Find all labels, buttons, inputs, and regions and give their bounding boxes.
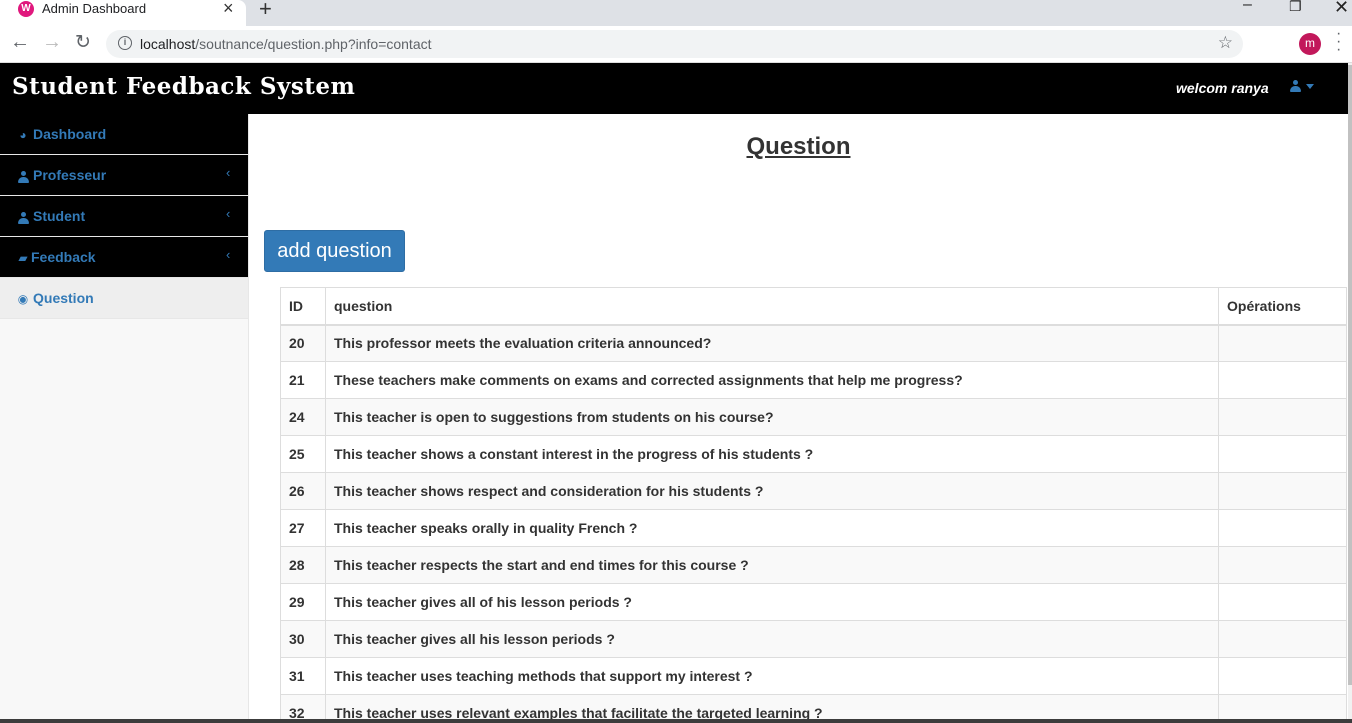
chevron-left-icon: ‹	[226, 206, 231, 221]
cell-question: This teacher is open to suggestions from…	[325, 398, 1219, 436]
sidebar-item-feedback[interactable]: ▰ Feedback ‹	[0, 237, 248, 278]
sidebar: ◕ Dashboard Professeur ‹ Student ‹ ▰ Feedb…	[0, 114, 249, 723]
cell-id: 20	[280, 324, 326, 362]
cell-operations	[1218, 657, 1347, 695]
cell-question: This teacher uses teaching methods that …	[325, 657, 1219, 695]
sidebar-item-dashboard[interactable]: ◕ Dashboard	[0, 114, 248, 155]
table-header-row: ID question Opérations	[280, 287, 1347, 326]
welcome-text: welcom ranya	[1176, 80, 1269, 96]
taskbar-edge	[0, 719, 1352, 723]
bookmark-star-icon[interactable]: ☆	[1218, 33, 1233, 53]
cell-question: This teacher shows respect and considera…	[325, 472, 1219, 510]
cell-question: This teacher gives all his lesson period…	[325, 620, 1219, 658]
question-table: ID question Opérations 20 This professor …	[280, 287, 1347, 723]
column-header-question[interactable]: question	[325, 287, 1219, 326]
cell-operations	[1218, 435, 1347, 473]
sidebar-item-label: Professeur	[33, 167, 107, 183]
address-bar[interactable]: i localhost/soutnance/question.php?info=…	[106, 30, 1243, 58]
tab-title: Admin Dashboard	[42, 1, 147, 16]
user-menu-toggle[interactable]	[1290, 77, 1314, 93]
cell-question: This professor meets the evaluation crit…	[325, 324, 1219, 362]
book-icon: ▰	[18, 251, 28, 265]
cell-id: 24	[280, 398, 326, 436]
table-row: 29 This teacher gives all of his lesson p…	[280, 583, 1347, 621]
forward-arrow-icon[interactable]: →	[42, 31, 62, 54]
browser-menu-icon[interactable]: · · ·	[1336, 26, 1341, 58]
cell-question: These teachers make comments on exams an…	[325, 361, 1219, 399]
tab-favicon-icon: W	[18, 1, 34, 17]
scrollbar-thumb[interactable]	[1348, 65, 1352, 685]
user-icon	[15, 210, 31, 224]
table-row: 21 These teachers make comments on exams …	[280, 361, 1347, 399]
reload-icon[interactable]: ↻	[75, 31, 91, 54]
sidebar-item-label: Feedback	[31, 249, 96, 265]
cell-operations	[1218, 509, 1347, 547]
cell-id: 30	[280, 620, 326, 658]
cell-operations	[1218, 324, 1347, 362]
profile-avatar[interactable]: m	[1299, 33, 1321, 55]
cell-id: 29	[280, 583, 326, 621]
cell-operations	[1218, 620, 1347, 658]
eye-icon: ◉	[17, 292, 29, 306]
table-row: 25 This teacher shows a constant interest…	[280, 435, 1347, 473]
cell-id: 27	[280, 509, 326, 547]
sidebar-item-label: Student	[33, 208, 86, 224]
main-content: Question add question ID question Opérat…	[249, 114, 1348, 723]
new-tab-icon[interactable]: +	[259, 0, 272, 22]
cell-id: 28	[280, 546, 326, 584]
browser-tab[interactable]: W Admin Dashboard ×	[0, 0, 246, 26]
column-header-operations[interactable]: Opérations	[1218, 287, 1347, 326]
table-row: 30 This teacher gives all his lesson peri…	[280, 620, 1347, 658]
cell-operations	[1218, 546, 1347, 584]
window-close-icon[interactable]: ✕	[1334, 0, 1349, 18]
sidebar-item-professeur[interactable]: Professeur ‹	[0, 155, 248, 196]
chevron-left-icon: ‹	[226, 165, 231, 180]
table-row: 27 This teacher speaks orally in quality …	[280, 509, 1347, 547]
brand-title[interactable]: Student Feedback System	[12, 73, 355, 100]
cell-operations	[1218, 583, 1347, 621]
tab-close-icon[interactable]: ×	[223, 0, 234, 19]
minimize-icon[interactable]: –	[1243, 0, 1252, 14]
url-text: localhost/soutnance/question.php?info=co…	[140, 36, 432, 52]
user-icon	[1290, 80, 1301, 93]
cell-id: 21	[280, 361, 326, 399]
user-icon	[15, 169, 31, 183]
sidebar-item-question[interactable]: ◉ Question	[0, 278, 248, 319]
page-title: Question	[746, 133, 851, 160]
cell-question: This teacher gives all of his lesson per…	[325, 583, 1219, 621]
cell-operations	[1218, 398, 1347, 436]
cell-operations	[1218, 472, 1347, 510]
cell-question: This teacher shows a constant interest i…	[325, 435, 1219, 473]
table-row: 31 This teacher uses teaching methods tha…	[280, 657, 1347, 695]
app-header: Student Feedback System welcom ranya	[0, 63, 1348, 114]
page-scrollbar[interactable]	[1348, 63, 1352, 723]
caret-down-icon	[1306, 83, 1314, 89]
restore-icon[interactable]: ❐	[1289, 0, 1302, 15]
table-row: 24 This teacher is open to suggestions fr…	[280, 398, 1347, 436]
cell-id: 25	[280, 435, 326, 473]
cell-question: This teacher speaks orally in quality Fr…	[325, 509, 1219, 547]
back-arrow-icon[interactable]: ←	[10, 31, 30, 54]
browser-tab-strip: W Admin Dashboard × + – ❐ ✕	[0, 0, 1352, 26]
browser-toolbar: ← → ↻ i localhost/soutnance/question.php…	[0, 26, 1352, 63]
site-info-icon[interactable]: i	[118, 36, 132, 50]
dashboard-icon: ◕	[19, 128, 27, 142]
cell-operations	[1218, 361, 1347, 399]
column-header-id[interactable]: ID	[280, 287, 326, 326]
table-row: 28 This teacher respects the start and en…	[280, 546, 1347, 584]
cell-id: 26	[280, 472, 326, 510]
sidebar-item-student[interactable]: Student ‹	[0, 196, 248, 237]
table-row: 26 This teacher shows respect and conside…	[280, 472, 1347, 510]
cell-question: This teacher respects the start and end …	[325, 546, 1219, 584]
cell-id: 31	[280, 657, 326, 695]
sidebar-item-label: Question	[33, 290, 94, 306]
add-question-button[interactable]: add question	[264, 230, 405, 272]
sidebar-item-label: Dashboard	[33, 126, 107, 142]
chevron-left-icon: ‹	[226, 247, 231, 262]
table-row: 20 This professor meets the evaluation cr…	[280, 324, 1347, 362]
